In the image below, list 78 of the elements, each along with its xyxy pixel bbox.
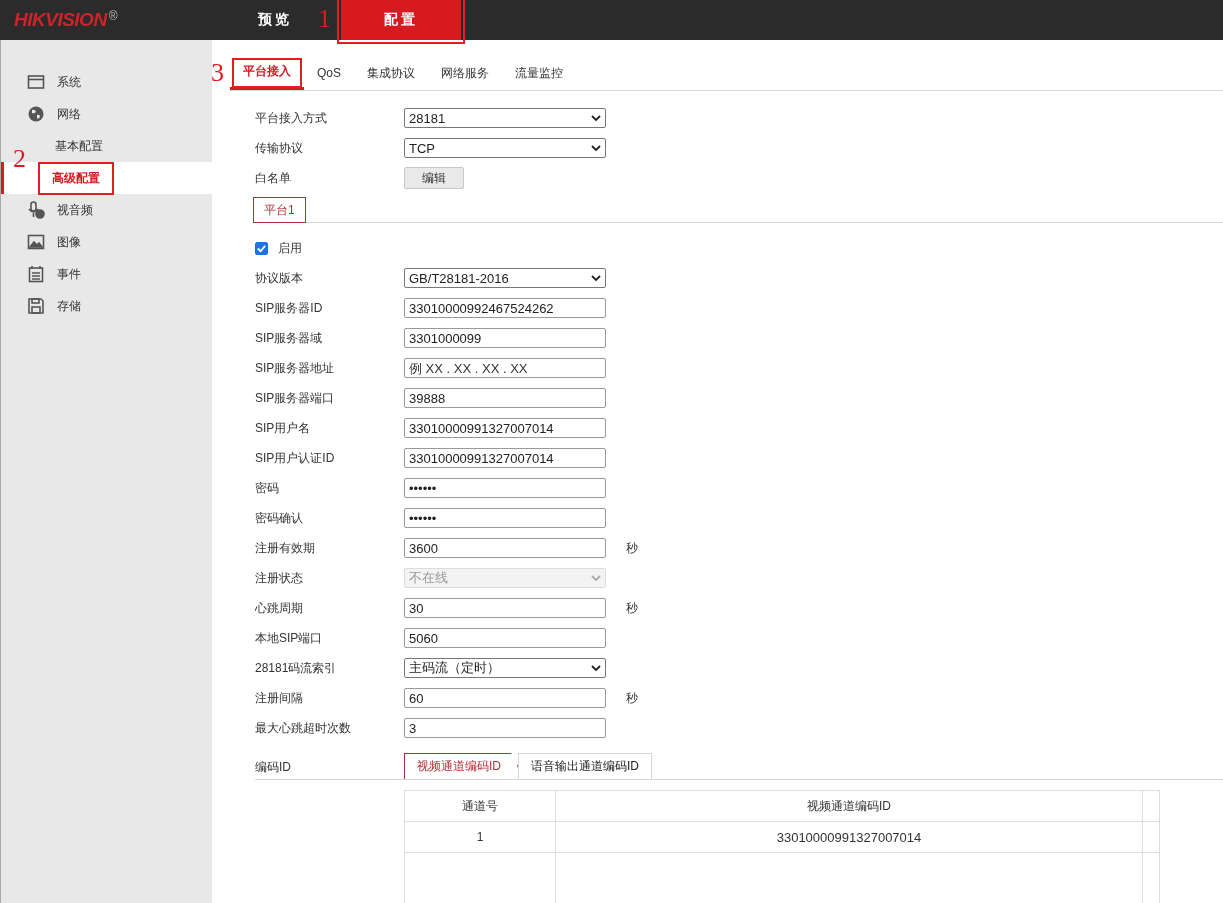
field-label: SIP服务器域 [255, 329, 324, 347]
edit-button[interactable]: 编辑 [404, 167, 464, 189]
input-field[interactable]: 33010000991327007014 [404, 418, 606, 438]
dropdown[interactable]: 28181 [404, 108, 606, 128]
input-field[interactable]: •••••• [404, 478, 606, 498]
callout-number: 3 [211, 60, 224, 86]
table-cell: 1 [405, 822, 556, 852]
field-label: 最大心跳超时次数 [255, 719, 352, 737]
chevron-down-icon [591, 665, 601, 671]
field-label: 平台接入方式 [255, 109, 328, 127]
field-label: 注册有效期 [255, 539, 316, 557]
dropdown[interactable]: GB/T28181-2016 [404, 268, 606, 288]
sidebar-subitem[interactable]: 基本配置 [43, 131, 115, 161]
sidebar-item[interactable]: 网络 [1, 98, 212, 130]
sidebar-item[interactable]: 存储 [1, 290, 212, 322]
field-label: 密码确认 [255, 509, 304, 527]
field-label: SIP服务器ID [255, 299, 324, 317]
field-label: SIP服务器端口 [255, 389, 336, 407]
input-field[interactable]: 60 [404, 688, 606, 708]
chevron-down-icon [591, 275, 601, 281]
unit-label: 秒 [626, 689, 638, 707]
field-label: SIP用户名 [255, 419, 312, 437]
column-header: 视频通道编码ID [556, 791, 1143, 821]
callout-number: 1 [318, 6, 331, 32]
field-label: SIP服务器地址 [255, 359, 336, 377]
chevron-down-icon [591, 145, 601, 151]
field-label: 注册间隔 [255, 689, 304, 707]
logo-text: HIKVISION [14, 9, 107, 31]
encoding-tab[interactable]: 语音输出通道编码ID [518, 753, 652, 779]
list-icon [27, 265, 45, 283]
encoding-tab[interactable]: 视频通道编码ID [404, 753, 518, 779]
sub-tab[interactable]: 集成协议 [354, 56, 428, 90]
sub-tab[interactable]: 平台接入 [230, 56, 304, 90]
input-field[interactable]: 3600 [404, 538, 606, 558]
field-label: 注册状态 [255, 569, 304, 587]
sidebar-item[interactable]: 系统 [1, 66, 212, 98]
input-field[interactable]: 例 XX . XX . XX . XX [404, 358, 606, 378]
input-field[interactable]: 3 [404, 718, 606, 738]
registered-mark: ® [108, 9, 118, 23]
field-label: SIP用户认证ID [255, 449, 336, 467]
input-field[interactable]: 39888 [404, 388, 606, 408]
checkbox-label: 启用 [278, 239, 302, 257]
sub-tab[interactable]: 流量监控 [502, 56, 576, 90]
field-label: 密码 [255, 479, 280, 497]
dropdown[interactable]: TCP [404, 138, 606, 158]
field-label: 28181码流索引 [255, 659, 338, 677]
field-label: 心跳周期 [255, 599, 304, 617]
sidebar-item[interactable]: 图像 [1, 226, 212, 258]
globe-icon [27, 105, 45, 123]
field-label: 协议版本 [255, 269, 304, 287]
chevron-down-icon [591, 115, 601, 121]
input-field[interactable]: 30 [404, 598, 606, 618]
callout-number: 2 [13, 146, 26, 172]
field-label: 白名单 [255, 169, 292, 187]
platform-tab[interactable]: 平台1 [253, 197, 306, 223]
microphone-icon [27, 201, 45, 219]
input-field[interactable]: 3301000099 [404, 328, 606, 348]
dropdown[interactable]: 主码流（定时） [404, 658, 606, 678]
input-field[interactable]: •••••• [404, 508, 606, 528]
field-label: 编码ID [255, 758, 292, 776]
sidebar-item[interactable]: 视音频 [1, 194, 212, 226]
nav-tab[interactable]: 预览 [244, 0, 306, 40]
chevron-down-icon [591, 575, 601, 581]
unit-label: 秒 [626, 539, 638, 557]
input-field[interactable]: 33010000992467524262 [404, 298, 606, 318]
image-icon [27, 233, 45, 251]
checkbox[interactable] [255, 241, 268, 255]
sidebar-item[interactable]: 事件 [1, 258, 212, 290]
sub-tab[interactable]: QoS [304, 56, 354, 90]
table-cell: 33010000991327007014 [556, 822, 1143, 852]
input-field[interactable]: 33010000991327007014 [404, 448, 606, 468]
window-icon [27, 73, 45, 91]
input-field[interactable]: 5060 [404, 628, 606, 648]
field-label: 传输协议 [255, 139, 304, 157]
sub-tab[interactable]: 网络服务 [428, 56, 502, 90]
field-label: 本地SIP端口 [255, 629, 324, 647]
column-header: 通道号 [405, 791, 556, 821]
unit-label: 秒 [626, 599, 638, 617]
